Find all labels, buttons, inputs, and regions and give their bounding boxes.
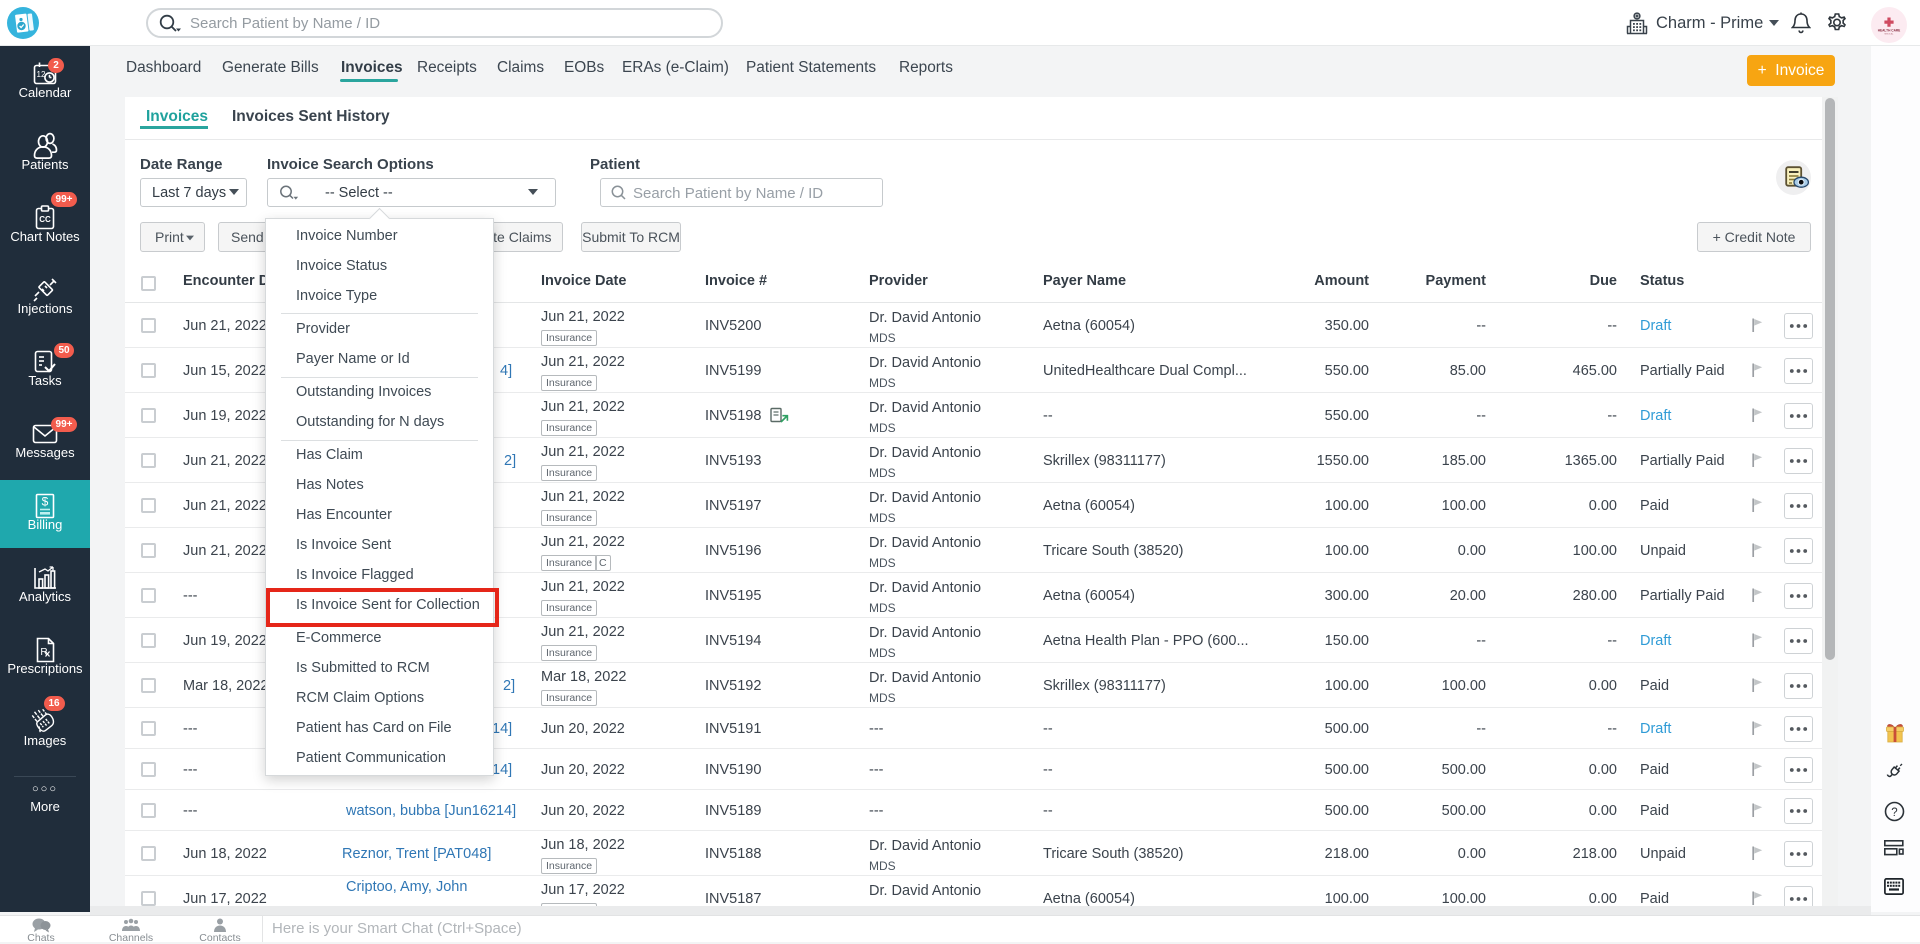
svg-text:?: ? [1891, 807, 1897, 819]
svg-text:CC: CC [39, 215, 51, 224]
svg-text:MEDICAL: MEDICAL [1885, 33, 1895, 36]
svg-text:HEALTH CARE: HEALTH CARE [1878, 29, 1901, 33]
svg-text:$: $ [42, 495, 49, 509]
